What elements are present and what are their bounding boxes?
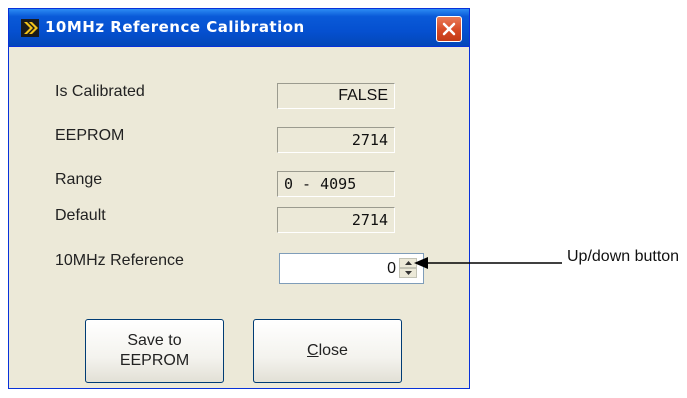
title-bar[interactable]: 10MHz Reference Calibration	[9, 9, 469, 47]
reference-label: 10MHz Reference	[55, 252, 184, 269]
close-button-accelerator: C	[307, 342, 319, 359]
close-button[interactable]: Close	[253, 319, 402, 383]
dialog-body: Is Calibrated FALSE EEPROM 2714 Range 0 …	[11, 47, 467, 386]
save-button-label-line2: EEPROM	[119, 352, 190, 369]
eeprom-value: 2714	[277, 127, 395, 153]
is-calibrated-value: FALSE	[277, 83, 395, 109]
triangle-down-icon	[405, 271, 412, 275]
is-calibrated-label: Is Calibrated	[55, 83, 145, 100]
page: 10MHz Reference Calibration Is Calibrate…	[0, 0, 687, 398]
close-icon	[442, 22, 456, 36]
close-button-label-rest: lose	[318, 342, 348, 359]
range-label: Range	[55, 171, 103, 188]
save-button-label-line1: Save to	[127, 332, 182, 349]
reference-spinner	[279, 253, 424, 284]
spin-down-button[interactable]	[399, 268, 417, 278]
calibration-dialog: 10MHz Reference Calibration Is Calibrate…	[8, 8, 470, 389]
triangle-up-icon	[405, 261, 412, 265]
close-window-button[interactable]	[436, 16, 462, 42]
window-title: 10MHz Reference Calibration	[45, 18, 305, 36]
reference-input[interactable]	[280, 254, 398, 283]
arrow-app-icon	[21, 19, 39, 37]
callout-label: Up/down button	[567, 248, 680, 265]
default-label: Default	[55, 207, 106, 224]
callout-arrow	[414, 257, 562, 269]
range-value: 0 - 4095	[277, 171, 395, 197]
default-value: 2714	[277, 207, 395, 233]
eeprom-label: EEPROM	[55, 127, 125, 144]
save-to-eeprom-button[interactable]: Save to EEPROM	[85, 319, 224, 383]
